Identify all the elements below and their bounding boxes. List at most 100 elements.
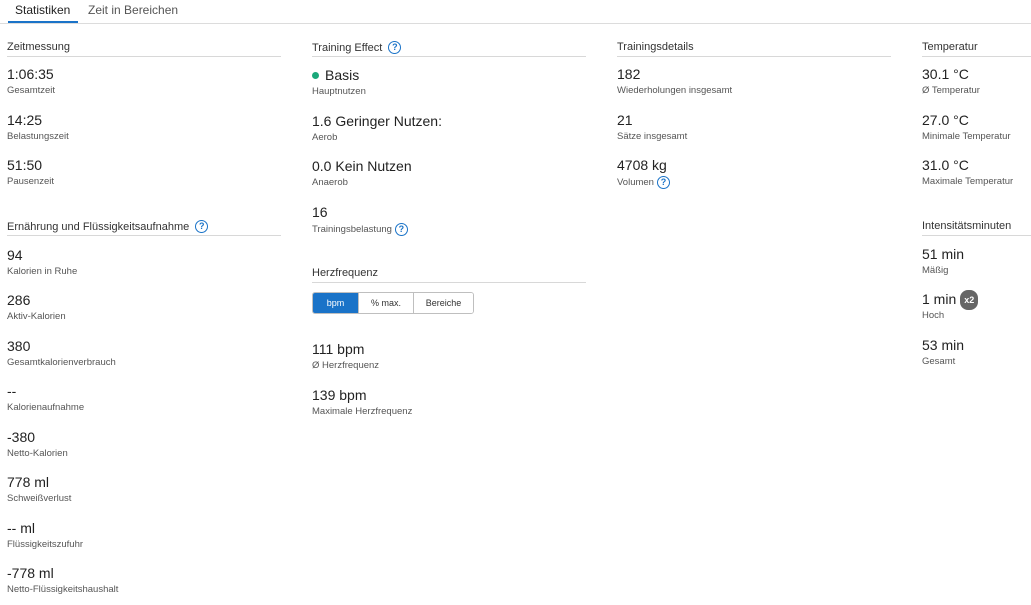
stat-value: 14:25: [7, 112, 43, 128]
stat-label: Ø Herzfrequenz: [312, 360, 380, 371]
hr-unit-segmented-control: bpm % max. Bereiche: [312, 292, 474, 314]
stat-value: -- ml: [7, 520, 35, 536]
stat-label: Anaerob: [312, 177, 348, 188]
stat-belastungszeit: 14:25 Belastungszeit: [7, 111, 69, 143]
tab-statistiken[interactable]: Statistiken: [15, 3, 70, 17]
stat-label: Schweißverlust: [7, 493, 72, 504]
segment-bpm[interactable]: bpm: [313, 293, 358, 313]
help-icon[interactable]: ?: [388, 41, 402, 54]
stat-gesamtzeit: 1:06:35 Gesamtzeit: [7, 65, 55, 97]
stat-avg-temperatur: 30.1 °C Ø Temperatur: [922, 65, 980, 97]
stat-value: 139 bpm: [312, 387, 367, 403]
stat-label: Mäßig: [922, 265, 949, 276]
section-title: Ernährung und Flüssigkeitsaufnahme: [7, 220, 190, 233]
stat-value: 286: [7, 292, 31, 308]
stat-label: Hauptnutzen: [312, 86, 366, 97]
section-title: Trainingsdetails: [617, 41, 694, 54]
stat-value: 16: [312, 204, 328, 220]
stat-maessig: 51 min Mäßig: [922, 245, 964, 277]
section-title: Zeitmessung: [7, 41, 70, 54]
stat-label: Aerob: [312, 132, 338, 143]
stat-label: Minimale Temperatur: [922, 131, 1011, 142]
stat-label: Netto-Flüssigkeitshaushalt: [7, 584, 119, 595]
stat-avg-hr: 111 bpm Ø Herzfrequenz: [312, 340, 379, 372]
stat-gesamtkalorienverbrauch: 380 Gesamtkalorienverbrauch: [7, 337, 116, 369]
stat-hauptnutzen: Basis Hauptnutzen: [312, 66, 366, 98]
section-header-temperatur: Temperatur: [922, 41, 1031, 57]
stat-trainingsbelastung: 16 Trainingsbelastung?: [312, 203, 408, 236]
stat-value: -778 ml: [7, 565, 54, 581]
stat-value: -380: [7, 429, 36, 445]
multiplier-badge: x2: [960, 290, 979, 311]
stat-value: 4708 kg: [617, 157, 667, 173]
stat-aerob: 1.6 Geringer Nutzen: Aerob: [312, 112, 442, 144]
stat-value: 51 min: [922, 246, 965, 262]
stat-saetze: 21 Sätze insgesamt: [617, 111, 687, 143]
section-header-trainingsdetails: Trainingsdetails: [617, 41, 891, 57]
stat-value: 51:50: [7, 157, 43, 173]
tab-zeit-in-bereichen[interactable]: Zeit in Bereichen: [88, 3, 178, 17]
stat-value: 380: [7, 338, 31, 354]
section-header-training-effect: Training Effect ?: [312, 41, 586, 57]
section-header-ernaehrung: Ernährung und Flüssigkeitsaufnahme ?: [7, 220, 281, 236]
stat-netto-fluessigkeitshaushalt: -778 ml Netto-Flüssigkeitshaushalt: [7, 564, 118, 596]
stat-value: --: [7, 383, 17, 399]
stat-value: 111 bpm: [312, 341, 365, 357]
stat-pausenzeit: 51:50 Pausenzeit: [7, 156, 54, 188]
section-title: Training Effect: [312, 41, 383, 54]
stat-netto-kalorien: -380 Netto-Kalorien: [7, 428, 68, 460]
stat-label: Maximale Herzfrequenz: [312, 406, 413, 417]
stat-gesamt-intensitaet: 53 min Gesamt: [922, 336, 964, 368]
stat-value: 94: [7, 247, 23, 263]
stat-label: Kalorienaufnahme: [7, 402, 85, 413]
stat-value: 0.0 Kein Nutzen: [312, 158, 412, 174]
stat-label: Kalorien in Ruhe: [7, 266, 78, 277]
stat-label: Sätze insgesamt: [617, 131, 688, 142]
stat-schweissverlust: 778 ml Schweißverlust: [7, 473, 71, 505]
stat-kalorienaufnahme: -- Kalorienaufnahme: [7, 382, 84, 414]
stat-value: 778 ml: [7, 474, 50, 490]
tab-bar: Statistiken Zeit in Bereichen: [0, 0, 1031, 24]
active-tab-indicator: [8, 21, 78, 23]
stat-label: Maximale Temperatur: [922, 176, 1014, 187]
stat-label: Gesamt: [922, 356, 956, 367]
stat-value: 1:06:35: [7, 66, 54, 82]
stat-volumen: 4708 kg Volumen?: [617, 156, 670, 189]
help-icon[interactable]: ?: [394, 223, 408, 236]
stat-value: Basis: [325, 67, 360, 83]
stat-label: Flüssigkeitszufuhr: [7, 539, 84, 550]
stat-label: Trainingsbelastung: [312, 224, 392, 236]
stat-label: Gesamtzeit: [7, 85, 56, 96]
stat-max-temperatur: 31.0 °C Maximale Temperatur: [922, 156, 1013, 188]
stat-label: Netto-Kalorien: [7, 448, 68, 459]
segment-bereiche[interactable]: Bereiche: [413, 293, 473, 313]
stat-label: Aktiv-Kalorien: [7, 311, 66, 322]
stat-wiederholungen: 182 Wiederholungen insgesamt: [617, 65, 732, 97]
stat-label: Gesamtkalorienverbrauch: [7, 357, 116, 368]
stat-anaerob: 0.0 Kein Nutzen Anaerob: [312, 157, 412, 189]
section-title: Temperatur: [922, 41, 978, 54]
stat-fluessigkeitszufuhr: -- ml Flüssigkeitszufuhr: [7, 519, 83, 551]
section-header-herzfrequenz: Herzfrequenz: [312, 267, 586, 283]
section-title: Intensitätsminuten: [922, 220, 1012, 233]
stat-max-hr: 139 bpm Maximale Herzfrequenz: [312, 386, 412, 418]
section-header-intensitaetsminuten: Intensitätsminuten: [922, 220, 1031, 236]
stat-kalorien-in-ruhe: 94 Kalorien in Ruhe: [7, 246, 77, 278]
stat-value: 53 min: [922, 337, 965, 353]
stat-value: 21: [617, 112, 633, 128]
stat-min-temperatur: 27.0 °C Minimale Temperatur: [922, 111, 1011, 143]
stat-aktiv-kalorien: 286 Aktiv-Kalorien: [7, 291, 66, 323]
stat-value: 1.6 Geringer Nutzen:: [312, 113, 442, 129]
section-header-zeitmessung: Zeitmessung: [7, 41, 281, 57]
stat-hoch: 1 min x2 Hoch: [922, 290, 979, 322]
stat-label: Belastungszeit: [7, 131, 69, 142]
help-icon[interactable]: ?: [656, 176, 670, 189]
stat-value: 1 min: [922, 291, 957, 307]
status-dot-icon: [312, 71, 319, 79]
section-title: Herzfrequenz: [312, 267, 379, 280]
stat-label: Hoch: [922, 310, 945, 321]
segment-percent-max[interactable]: % max.: [358, 293, 413, 313]
stat-value: 30.1 °C: [922, 66, 969, 82]
stat-label: Ø Temperatur: [922, 85, 980, 96]
help-icon[interactable]: ?: [195, 220, 209, 233]
